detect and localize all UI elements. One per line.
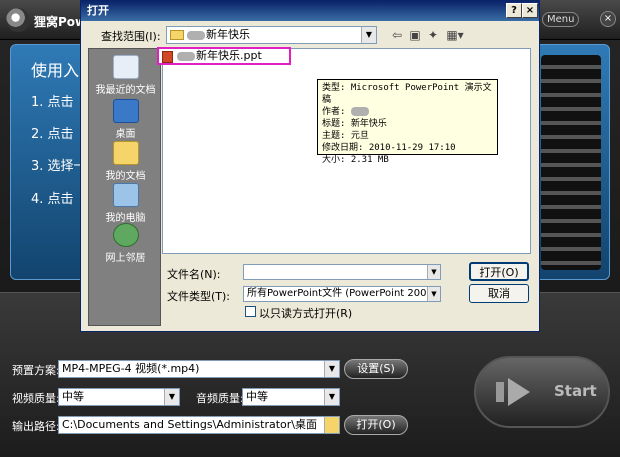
- filetype-label: 文件类型(T):: [167, 290, 231, 303]
- open-button[interactable]: 打开(O): [469, 262, 529, 281]
- tooltip-modified: 修改日期: 2010-11-29 17:10: [322, 143, 456, 153]
- folder-icon[interactable]: [324, 417, 339, 433]
- filetype-select[interactable]: 所有PowerPoint文件 (PowerPoint 2000-20 ▼: [243, 286, 441, 302]
- tooltip-title: 标题: 新年快乐: [322, 119, 387, 129]
- new-folder-icon[interactable]: ✦: [425, 27, 441, 43]
- readonly-checkbox[interactable]: [245, 306, 256, 317]
- guide-step: 2. 点击: [31, 127, 74, 142]
- help-button[interactable]: ?: [506, 3, 522, 18]
- place-network[interactable]: 网上邻居: [89, 223, 162, 264]
- redacted-text: [187, 30, 205, 40]
- video-quality-select[interactable]: 中等 ▼: [58, 388, 180, 406]
- audio-quality-label: 音频质量:: [196, 392, 244, 405]
- up-folder-icon[interactable]: ▣: [407, 27, 423, 43]
- chevron-down-icon: ▼: [361, 27, 376, 43]
- chevron-down-icon: ▼: [164, 389, 179, 405]
- dialog-close-button[interactable]: ×: [522, 3, 538, 18]
- my-documents-icon: [112, 141, 139, 165]
- tooltip-subject: 主题: 元旦: [322, 131, 369, 141]
- back-icon[interactable]: ⇦: [389, 27, 405, 43]
- recent-documents-icon: [112, 55, 139, 79]
- desktop-icon: [112, 99, 139, 123]
- start-arrow-icon: [496, 378, 530, 406]
- app-close-button[interactable]: ×: [600, 11, 616, 27]
- open-file-dialog: 打开 ? × 查找范围(I): 新年快乐 ▼ ⇦ ▣ ✦ ▦▾ 我最近的文档 桌…: [80, 0, 540, 332]
- preset-value: MP4-MPEG-4 视频(*.mp4): [62, 362, 200, 375]
- output-path-value: C:\Documents and Settings\Administrator\…: [62, 418, 318, 431]
- tooltip-type: 类型: Microsoft PowerPoint 演示文稿: [322, 83, 492, 105]
- dialog-title-bar: 打开 ? ×: [81, 1, 539, 21]
- file-name: 新年快乐.ppt: [196, 49, 262, 62]
- look-in-label: 查找范围(I):: [101, 30, 161, 43]
- output-path-label: 输出路径:: [12, 420, 60, 433]
- powerpoint-file-icon: [162, 51, 173, 63]
- place-label: 我最近的文档: [95, 85, 156, 96]
- chevron-down-icon: ▼: [427, 265, 440, 279]
- video-quality-label: 视频质量:: [12, 392, 60, 405]
- output-path-field[interactable]: C:\Documents and Settings\Administrator\…: [58, 416, 340, 434]
- places-bar: 我最近的文档 桌面 我的文档 我的电脑 网上邻居: [88, 48, 161, 326]
- network-places-icon: [112, 223, 139, 247]
- place-label: 我的文档: [105, 171, 146, 182]
- app-menu-button[interactable]: Menu: [542, 12, 580, 27]
- tooltip-size: 大小: 2.31 MB: [322, 155, 389, 165]
- settings-button[interactable]: 设置(S): [344, 359, 408, 379]
- chevron-down-icon: ▼: [324, 361, 339, 377]
- film-strip-decoration: [541, 55, 601, 270]
- filetype-value: 所有PowerPoint文件 (PowerPoint 2000-20: [247, 288, 441, 299]
- filename-label: 文件名(N):: [167, 268, 221, 281]
- preset-label: 预置方案:: [12, 364, 60, 377]
- audio-quality-value: 中等: [246, 390, 268, 403]
- filename-input[interactable]: ▼: [243, 264, 441, 280]
- my-computer-icon: [112, 183, 139, 207]
- file-item[interactable]: 新年快乐.ppt: [157, 47, 291, 65]
- open-folder-button[interactable]: 打开(O): [344, 415, 408, 435]
- place-recent-documents[interactable]: 我最近的文档: [89, 55, 162, 96]
- file-info-tooltip: 类型: Microsoft PowerPoint 演示文稿 作者: 标题: 新年…: [317, 79, 498, 165]
- start-button[interactable]: Start: [474, 356, 610, 428]
- guide-step: 1. 点击: [31, 95, 74, 110]
- look-in-value: 新年快乐: [206, 28, 250, 41]
- place-label: 网上邻居: [105, 253, 146, 264]
- cancel-button[interactable]: 取消: [469, 284, 529, 303]
- start-label: Start: [554, 382, 597, 400]
- preset-select[interactable]: MP4-MPEG-4 视频(*.mp4) ▼: [58, 360, 340, 378]
- chevron-down-icon: ▼: [324, 389, 339, 405]
- place-desktop[interactable]: 桌面: [89, 99, 162, 140]
- guide-step: 3. 选择一: [31, 159, 87, 174]
- video-quality-value: 中等: [62, 390, 84, 403]
- place-my-computer[interactable]: 我的电脑: [89, 183, 162, 224]
- place-my-documents[interactable]: 我的文档: [89, 141, 162, 182]
- tooltip-author: 作者:: [322, 107, 346, 117]
- tooltip-author-row: 作者:: [322, 106, 493, 118]
- folder-icon: [170, 30, 184, 40]
- redacted-text: [177, 51, 195, 61]
- chevron-down-icon: ▼: [427, 287, 440, 301]
- app-logo-icon: [6, 8, 30, 32]
- redacted-text: [350, 107, 369, 116]
- look-in-select[interactable]: 新年快乐 ▼: [166, 26, 377, 44]
- guide-step: 4. 点击: [31, 192, 74, 207]
- views-menu-icon[interactable]: ▦▾: [444, 27, 466, 43]
- dialog-title: 打开: [87, 4, 109, 17]
- readonly-label: 以只读方式打开(R): [259, 307, 353, 320]
- audio-quality-select[interactable]: 中等 ▼: [242, 388, 340, 406]
- place-label: 桌面: [115, 129, 136, 140]
